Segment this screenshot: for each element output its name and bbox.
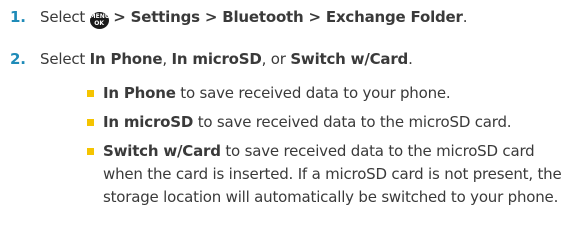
separator: , or <box>261 50 286 68</box>
option-in-phone: In Phone <box>89 50 163 68</box>
bullet-text: to save received data to the microSD car… <box>197 113 512 131</box>
step-number: 2. <box>10 50 26 68</box>
step-text: Select In Phone, In microSD, or Switch w… <box>40 50 413 68</box>
separator: , <box>162 50 167 68</box>
select-word: Select <box>40 50 86 68</box>
bullet-term: In Phone <box>103 84 176 102</box>
step-period: . <box>462 8 468 26</box>
option-descriptions: In Phone to save received data to your p… <box>87 82 573 215</box>
bullet-term: Switch w/Card <box>103 142 221 160</box>
menu-key-top-label: MENU <box>89 13 110 20</box>
list-item: In microSD to save received data to the … <box>87 111 573 134</box>
list-item: In Phone to save received data to your p… <box>87 82 573 105</box>
step-period: . <box>408 50 413 68</box>
menu-ok-key-icon: MENU OK <box>89 12 110 29</box>
bullet-square-icon <box>87 148 94 155</box>
bullet-square-icon <box>87 90 94 97</box>
select-word: Select <box>40 8 86 26</box>
bullet-text: to save received data to your phone. <box>180 84 451 102</box>
step-2: 2. Select In Phone, In microSD, or Switch… <box>10 50 413 68</box>
bullet-term: In microSD <box>103 113 194 131</box>
step-1: 1. Select MENU OK > Settings > Bluetooth >… <box>10 8 467 29</box>
menu-path: > Settings > Bluetooth > Exchange Folder <box>113 8 463 26</box>
list-item: Switch w/Card to save received data to t… <box>87 140 573 209</box>
bullet-square-icon <box>87 119 94 126</box>
menu-key-bottom-label: OK <box>94 20 105 27</box>
option-switch-w-card: Switch w/Card <box>290 50 409 68</box>
option-in-microsd: In microSD <box>171 50 262 68</box>
step-text: Select MENU OK > Settings > Bluetooth > E… <box>40 8 468 29</box>
step-number: 1. <box>10 8 26 26</box>
